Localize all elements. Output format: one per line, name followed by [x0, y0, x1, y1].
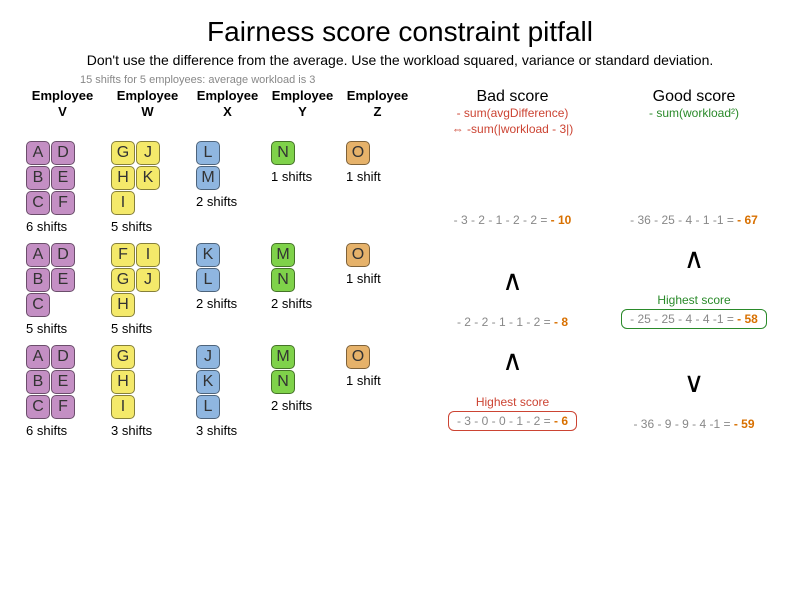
shift-tile: N [271, 370, 295, 394]
shift-tile: O [346, 141, 370, 165]
shift-tile: F [51, 191, 75, 215]
bad-score-row1: ∧- 2 - 2 - 1 - 1 - 2 = - 8 [415, 239, 610, 333]
shift-tile: G [111, 141, 135, 165]
shift-count: 1 shift [346, 169, 415, 184]
good-score-row1: ∧Highest score- 25 - 25 - 4 - 4 -1 = - 5… [610, 239, 778, 333]
shift-tile: L [196, 268, 220, 292]
shift-count: 1 shift [346, 373, 415, 388]
avg-note: 15 shifts for 5 employees: average workl… [80, 74, 780, 86]
good-score-header: Good score- sum(workload²) [610, 88, 778, 122]
shift-tile: C [26, 293, 50, 317]
shift-tile: A [26, 141, 50, 165]
shift-tile: L [196, 395, 220, 419]
shift-tile: F [111, 243, 135, 267]
shift-count: 6 shifts [26, 423, 105, 438]
shift-count: 2 shifts [196, 194, 265, 209]
shift-tile: J [136, 141, 160, 165]
shift-tile: M [271, 345, 295, 369]
shift-count: 1 shifts [271, 169, 340, 184]
cell-Y-row0: N 1 shifts [265, 137, 340, 231]
page-title: Fairness score constraint pitfall [20, 16, 780, 48]
shift-tile: H [111, 166, 135, 190]
shift-tile: N [271, 268, 295, 292]
shift-tile: C [26, 191, 50, 215]
shift-tile: D [51, 243, 75, 267]
bad-score-header: Bad score- sum(avgDifference)⇔ -sum(|wor… [415, 88, 610, 137]
cell-Z-row0: O 1 shift [340, 137, 415, 231]
employee-header-Y: EmployeeY [265, 88, 340, 123]
cell-W-row2: GHI 3 shifts [105, 341, 190, 435]
highest-label: Highest score [476, 395, 549, 409]
highest-label: Highest score [657, 293, 730, 307]
subtitle: Don't use the difference from the averag… [20, 52, 780, 68]
cell-X-row2: JKL 3 shifts [190, 341, 265, 435]
shift-tile: G [111, 345, 135, 369]
cell-V-row1: ABCDE5 shifts [20, 239, 105, 333]
cell-V-row2: ABC DEF 6 shifts [20, 341, 105, 435]
shift-tile: C [26, 395, 50, 419]
bad-score-row0: - 3 - 2 - 1 - 2 - 2 = - 10 [415, 137, 610, 231]
shift-tile: O [346, 243, 370, 267]
shift-tile: L [196, 141, 220, 165]
shift-tile: A [26, 243, 50, 267]
shift-tile: F [51, 395, 75, 419]
shift-count: 2 shifts [196, 296, 265, 311]
bad-score-row2: ∧Highest score- 3 - 0 - 0 - 1 - 2 = - 6 [415, 341, 610, 435]
diagram-grid: EmployeeVEmployeeWEmployeeXEmployeeYEmpl… [20, 88, 780, 435]
shift-count: 3 shifts [111, 423, 190, 438]
shift-tile: K [136, 166, 160, 190]
shift-tile: K [196, 243, 220, 267]
shift-tile: E [51, 370, 75, 394]
employee-header-Z: EmployeeZ [340, 88, 415, 123]
cell-X-row1: KL 2 shifts [190, 239, 265, 333]
compare-icon: ∧ [502, 347, 523, 375]
cell-W-row1: FGHIJ5 shifts [105, 239, 190, 333]
cell-Y-row2: MN 2 shifts [265, 341, 340, 435]
shift-tile: J [196, 345, 220, 369]
shift-count: 2 shifts [271, 296, 340, 311]
shift-tile: I [136, 243, 160, 267]
shift-count: 2 shifts [271, 398, 340, 413]
shift-tile: B [26, 268, 50, 292]
shift-tile: K [196, 370, 220, 394]
shift-tile: B [26, 370, 50, 394]
cell-Z-row1: O 1 shift [340, 239, 415, 333]
cell-W-row0: GHIJK5 shifts [105, 137, 190, 231]
shift-tile: E [51, 166, 75, 190]
cell-V-row0: ABCDEF6 shifts [20, 137, 105, 231]
shift-tile: A [26, 345, 50, 369]
shift-count: 3 shifts [196, 423, 265, 438]
good-score-row2: ∨- 36 - 9 - 9 - 4 -1 = - 59 [610, 341, 778, 435]
employee-header-X: EmployeeX [190, 88, 265, 123]
cell-Z-row2: O 1 shift [340, 341, 415, 435]
compare-icon: ∨ [684, 369, 705, 397]
shift-tile: G [111, 268, 135, 292]
shift-tile: I [111, 395, 135, 419]
cell-X-row0: LM 2 shifts [190, 137, 265, 231]
shift-tile: N [271, 141, 295, 165]
shift-tile: M [271, 243, 295, 267]
shift-tile: E [51, 268, 75, 292]
good-score-row0: - 36 - 25 - 4 - 1 -1 = - 67 [610, 137, 778, 231]
shift-tile: I [111, 191, 135, 215]
cell-Y-row1: MN 2 shifts [265, 239, 340, 333]
shift-tile: J [136, 268, 160, 292]
shift-tile: H [111, 293, 135, 317]
shift-tile: D [51, 345, 75, 369]
shift-tile: M [196, 166, 220, 190]
shift-tile: D [51, 141, 75, 165]
shift-tile: O [346, 345, 370, 369]
compare-icon: ∧ [502, 267, 523, 295]
compare-icon: ∧ [684, 245, 705, 273]
shift-tile: H [111, 370, 135, 394]
employee-header-V: EmployeeV [20, 88, 105, 123]
shift-count: 1 shift [346, 271, 415, 286]
employee-header-W: EmployeeW [105, 88, 190, 123]
shift-tile: B [26, 166, 50, 190]
